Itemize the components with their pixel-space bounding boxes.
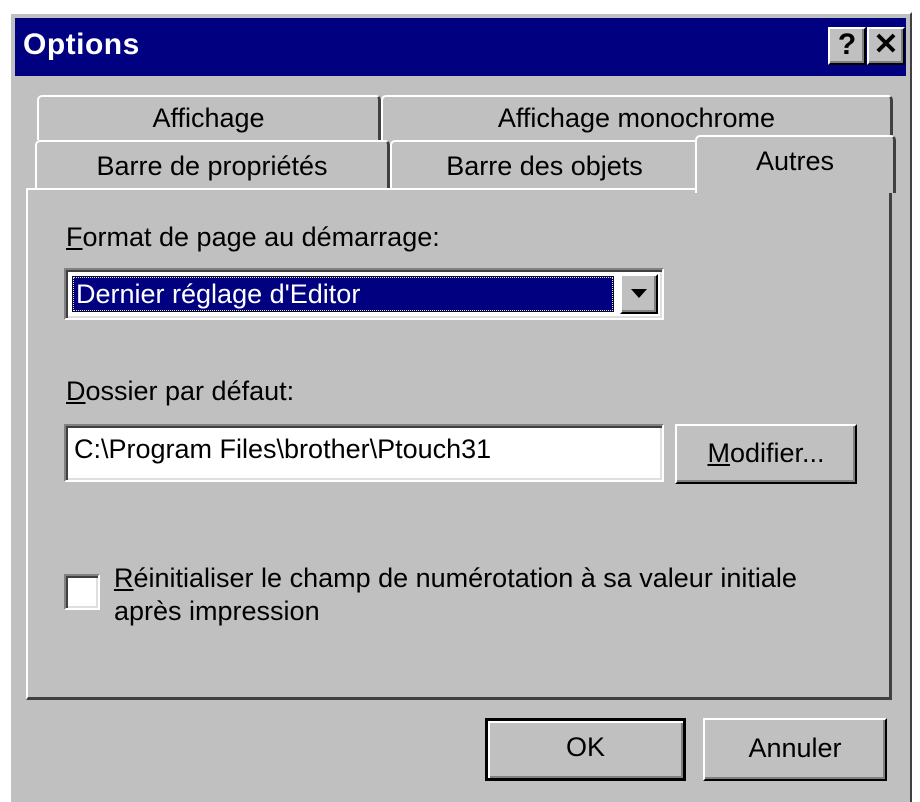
tab-affichage[interactable]: Affichage — [37, 95, 381, 140]
tab-label: Autres — [755, 146, 835, 176]
tab-label: Affichage monochrome — [497, 103, 776, 133]
tab-label: Barre de propriétés — [96, 151, 328, 181]
default-folder-input[interactable]: C:\Program Files\brother\Ptouch31 — [64, 424, 664, 482]
page-format-label: Format de page au démarrage: — [66, 222, 440, 252]
tab-barre-de-proprietes[interactable]: Barre de propriétés — [35, 140, 390, 190]
dropdown-button[interactable] — [620, 274, 658, 314]
chevron-down-icon — [631, 289, 647, 298]
reset-numbering-checkbox[interactable] — [64, 574, 100, 610]
tab-label: Barre des objets — [446, 151, 643, 181]
close-button[interactable]: ✕ — [867, 27, 905, 65]
ok-button[interactable]: OK — [485, 718, 686, 781]
help-button[interactable]: ? — [828, 27, 866, 65]
tab-barre-des-objets[interactable]: Barre des objets — [390, 140, 700, 190]
title-bar[interactable]: Options ? ✕ — [15, 18, 906, 76]
modify-button[interactable]: Modifier... — [675, 424, 857, 484]
cancel-button[interactable]: Annuler — [703, 718, 887, 781]
window-title: Options — [23, 28, 140, 61]
tab-autres[interactable]: Autres — [695, 135, 896, 193]
close-icon: ✕ — [873, 28, 899, 61]
default-folder-label: Dossier par défaut: — [66, 376, 295, 406]
tab-affichage-monochrome[interactable]: Affichage monochrome — [381, 95, 893, 140]
page-format-dropdown[interactable]: Dernier réglage d'Editor — [64, 268, 664, 320]
default-folder-value: C:\Program Files\brother\Ptouch31 — [74, 434, 492, 464]
tab-label: Affichage — [152, 103, 265, 133]
reset-numbering-label[interactable]: Réinitialiser le champ de numérotation à… — [114, 562, 797, 628]
page-format-selected: Dernier réglage d'Editor — [72, 276, 614, 312]
